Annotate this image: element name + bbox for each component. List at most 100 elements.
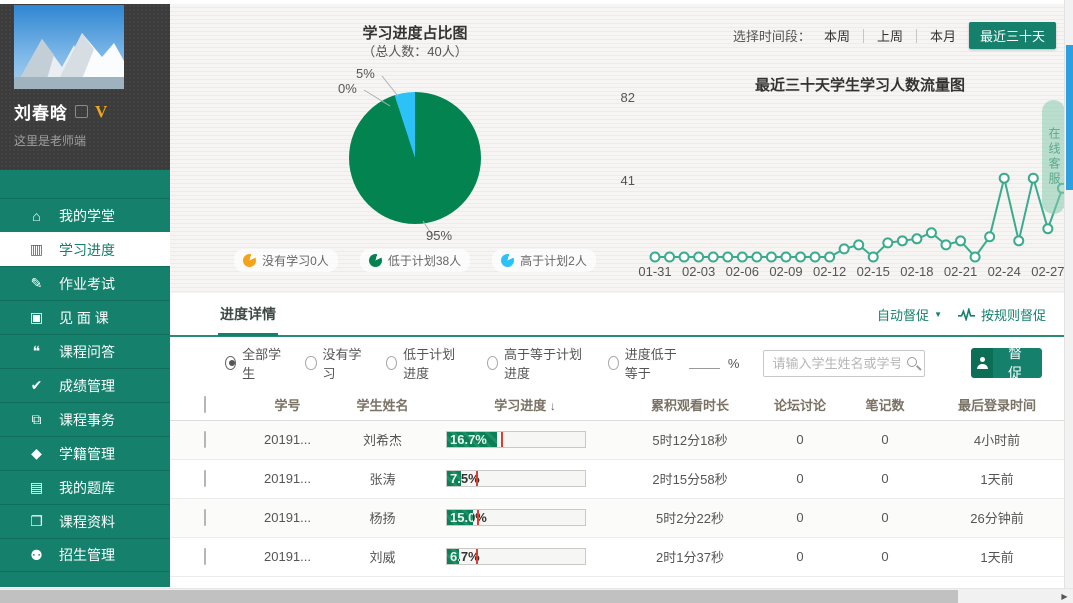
- percent-input[interactable]: [689, 357, 719, 369]
- course-affairs-icon: ⧉: [28, 411, 45, 428]
- cell-student-name[interactable]: 刘威: [335, 537, 430, 576]
- sidebar-item-3[interactable]: ▣ 见 面 课: [0, 300, 170, 334]
- cell-student-name[interactable]: 张涛: [335, 459, 430, 498]
- sidebar-item-9[interactable]: ❐课程资料: [0, 504, 170, 538]
- column-header-0: 学号: [240, 389, 335, 420]
- rule-supervise-button[interactable]: 按规则督促: [958, 305, 1046, 324]
- table-header-row: 学号学生姓名学习进度 ↓累积观看时长论坛讨论笔记数最后登录时间: [170, 389, 1064, 420]
- sidebar-nav: ⌂我的学堂▥学习进度✎作业考试 ▣ 见 面 课 ❝ 课程问答 ✔成绩管理⧉课程事务◆学籍管…: [0, 198, 170, 572]
- search-icon[interactable]: [907, 357, 917, 367]
- header-checkbox-cell: [170, 389, 240, 420]
- column-header-2: 学习进度 ↓: [430, 389, 620, 420]
- column-header-6: 最后登录时间: [930, 389, 1064, 420]
- sidebar-item-4[interactable]: ❝ 课程问答: [0, 334, 170, 368]
- sidebar-item-5[interactable]: ✔成绩管理: [0, 368, 170, 402]
- sidebar-item-10[interactable]: ⚉招生管理: [0, 538, 170, 572]
- cell-last-login: 26分钟前: [930, 498, 1064, 537]
- cell-watch-time: 5时12分18秒: [620, 420, 760, 459]
- filter-label: 高于等于计划进度: [504, 344, 584, 382]
- sidebar-item-6[interactable]: ⧉课程事务: [0, 402, 170, 436]
- flow-xtick: 02-06: [720, 264, 764, 279]
- radio-icon: [305, 356, 316, 370]
- select-all-checkbox[interactable]: [204, 396, 206, 413]
- student-table: 学号学生姓名学习进度 ↓累积观看时长论坛讨论笔记数最后登录时间 20191...…: [170, 389, 1064, 577]
- cell-progress: 7.5% 7.5%: [430, 459, 620, 498]
- percent-sign: %: [728, 356, 740, 371]
- sidebar-item-7[interactable]: ◆学籍管理: [0, 436, 170, 470]
- cell-progress: 16.7% 16.7%: [430, 420, 620, 459]
- filter-label: 进度低于等于: [625, 344, 682, 382]
- filter-radio-0[interactable]: 全部学生: [225, 344, 281, 382]
- table-row-3: 20191...刘威 6.7% 6.7% 2时1分37秒001天前: [170, 537, 1064, 576]
- cell-notes: 0: [840, 420, 930, 459]
- flow-xtick: 02-27: [1026, 264, 1064, 279]
- rule-supervise-label: 按规则督促: [981, 305, 1046, 324]
- row-checkbox[interactable]: [204, 470, 206, 487]
- flow-xtick: 02-12: [808, 264, 852, 279]
- grades-icon: ✔: [28, 377, 45, 394]
- homework-exam-icon: ✎: [28, 275, 45, 292]
- cell-progress: 6.7% 6.7%: [430, 537, 620, 576]
- person-icon: [971, 348, 993, 378]
- progress-bar: 6.7% 6.7%: [446, 548, 586, 565]
- auto-supervise-dropdown[interactable]: 自动督促 ▼: [877, 305, 942, 324]
- vertical-scrollbar-thumb[interactable]: [1066, 45, 1073, 190]
- sidebar-item-0[interactable]: ⌂我的学堂: [0, 198, 170, 232]
- cell-watch-time: 2时1分37秒: [620, 537, 760, 576]
- row-checkbox-cell: [170, 498, 240, 537]
- progress-fill: 7.5%: [447, 471, 461, 486]
- sidebar-item-label: 见 面 课: [59, 308, 109, 328]
- filter-radio-1[interactable]: 没有学习: [305, 344, 361, 382]
- role-subtitle: 这里是老师端: [14, 132, 170, 149]
- tab-progress-detail[interactable]: 进度详情: [218, 292, 278, 336]
- course-qa-icon: ❝: [28, 343, 45, 360]
- sidebar-item-8[interactable]: ▤我的题库: [0, 470, 170, 504]
- admissions-icon: ⚉: [28, 547, 45, 564]
- filter-radio-3[interactable]: 高于等于计划进度: [487, 344, 584, 382]
- cell-notes: 0: [840, 498, 930, 537]
- vertical-scrollbar[interactable]: [1064, 0, 1073, 588]
- cell-student-name[interactable]: 刘希杰: [335, 420, 430, 459]
- supervise-button[interactable]: 督促: [971, 348, 1042, 378]
- sidebar-item-1[interactable]: ▥学习进度: [0, 232, 170, 266]
- teacher-dashboard: 刘春晗 V 这里是老师端 ⌂我的学堂▥学习进度✎作业考试 ▣ 见 面 课 ❝ 课程问答 ✔…: [0, 0, 1073, 603]
- cell-forum: 0: [760, 537, 840, 576]
- sort-desc-icon[interactable]: ↓: [550, 399, 556, 413]
- profile-block: 刘春晗 V 这里是老师端: [0, 4, 170, 170]
- sidebar-item-label: 课程问答: [59, 342, 115, 362]
- horizontal-scrollbar-thumb[interactable]: [0, 590, 958, 603]
- cell-student-name[interactable]: 杨扬: [335, 498, 430, 537]
- filter-radio-4[interactable]: 进度低于等于%: [608, 344, 739, 382]
- filter-label: 没有学习: [323, 344, 362, 382]
- main-content: 学习进度占比图 （总人数：40人） 5% 0% 95% 没有学习0人低于计划38…: [170, 4, 1064, 588]
- progress-fill: 15.0%: [447, 510, 473, 525]
- flow-xtick: 02-15: [851, 264, 895, 279]
- search-input[interactable]: [763, 350, 925, 377]
- scroll-right-button[interactable]: ▶: [1056, 589, 1073, 603]
- filter-radio-2[interactable]: 低于计划进度: [386, 344, 463, 382]
- online-service-tab[interactable]: 在线客服: [1042, 100, 1064, 214]
- row-checkbox[interactable]: [204, 509, 206, 526]
- supervise-button-label: 督促: [993, 348, 1042, 378]
- progress-fill: 16.7%: [447, 432, 497, 447]
- table-row-1: 20191...张涛 7.5% 7.5% 2时15分58秒001天前: [170, 459, 1064, 498]
- table-row-0: 20191...刘希杰 16.7% 16.7% 5时12分18秒004小时前: [170, 420, 1064, 459]
- question-bank-icon: ▤: [28, 479, 45, 496]
- cell-forum: 0: [760, 420, 840, 459]
- sidebar-item-2[interactable]: ✎作业考试: [0, 266, 170, 300]
- flow-xtick: 01-31: [633, 264, 677, 279]
- flow-line-chart: [170, 4, 1064, 294]
- sidebar-item-label: 我的学堂: [59, 206, 115, 226]
- live-class-icon: ▣: [28, 309, 45, 326]
- column-header-5: 笔记数: [840, 389, 930, 420]
- row-checkbox-cell: [170, 459, 240, 498]
- avatar-image: [14, 5, 124, 89]
- cell-last-login: 1天前: [930, 537, 1064, 576]
- horizontal-scrollbar[interactable]: ▶: [0, 588, 1073, 603]
- flow-ytick: 82: [605, 90, 635, 105]
- cell-watch-time: 2时15分58秒: [620, 459, 760, 498]
- row-checkbox[interactable]: [204, 431, 206, 448]
- sidebar-item-label: 学籍管理: [59, 444, 115, 464]
- cell-progress: 15.0% 15.0%: [430, 498, 620, 537]
- row-checkbox[interactable]: [204, 548, 206, 565]
